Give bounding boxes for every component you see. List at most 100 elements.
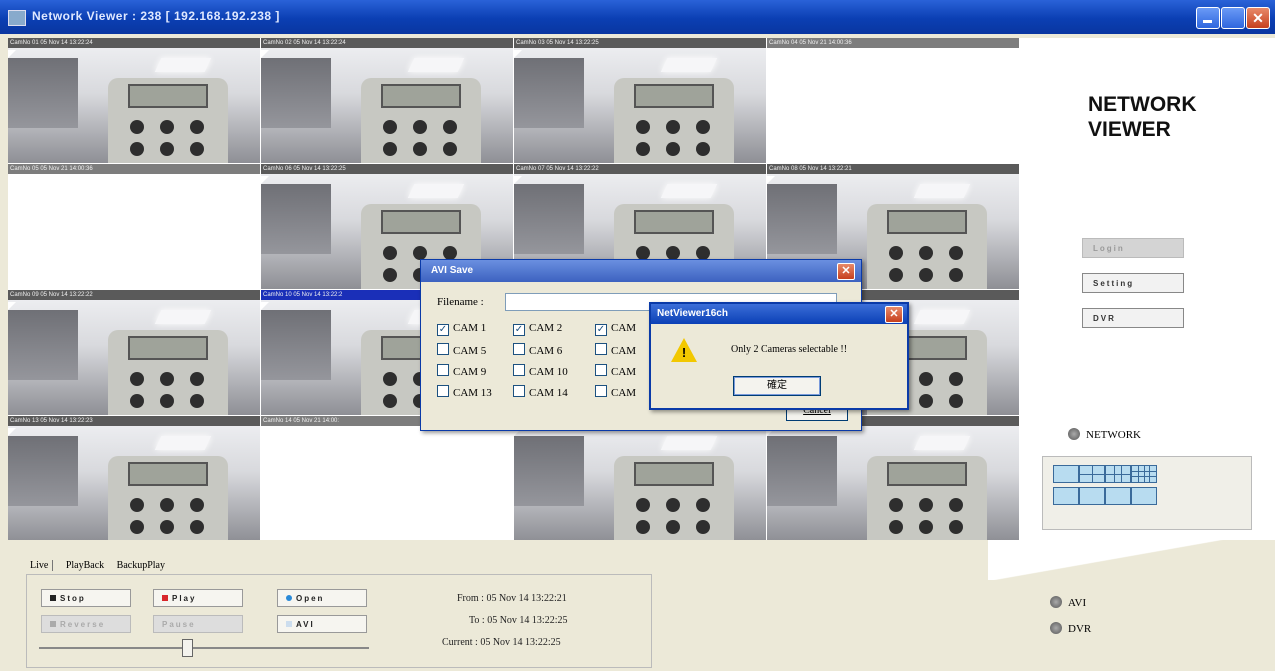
ok-button[interactable]: 確定 [733, 376, 821, 396]
camera-tile[interactable]: CamNo 09 05 Nov 14 13:22:22 [8, 290, 260, 415]
layout-16-icon[interactable] [1131, 465, 1157, 483]
camera-checkbox[interactable]: CAM 5 [437, 343, 486, 357]
layout-13-icon[interactable] [1131, 487, 1157, 505]
avi-dialog-close-button[interactable]: ✕ [837, 263, 855, 280]
device-button [636, 142, 650, 156]
dvr-button[interactable]: DVR [1082, 308, 1184, 328]
camera-tile[interactable]: 14 13:22:24 [767, 416, 1019, 541]
camera-tile[interactable]: CamNo 01 05 Nov 14 13:22:24 [8, 38, 260, 163]
feed-device [614, 456, 734, 541]
layout-4-icon[interactable] [1079, 465, 1105, 483]
camera-checkbox[interactable]: CAM 14 [513, 385, 568, 399]
camera-tile[interactable]: CamNo 13 05 Nov 14 13:22:23 [8, 416, 260, 541]
camera-checkbox[interactable]: CAM 13 [437, 385, 492, 399]
login-button[interactable]: Login [1082, 238, 1184, 258]
close-button[interactable]: ✕ [1246, 7, 1270, 29]
checkbox-icon [437, 385, 449, 397]
message-box-close-button[interactable]: ✕ [885, 306, 903, 323]
setting-button[interactable]: Setting [1082, 273, 1184, 293]
avi-export-button[interactable]: AVI [277, 615, 367, 633]
checkbox-icon [595, 364, 607, 376]
device-button [413, 142, 427, 156]
playback-controls: Stop Play Open Reverse Pause AVI From : … [26, 574, 652, 668]
camera-feed [767, 426, 1019, 541]
device-button [696, 498, 710, 512]
open-button[interactable]: Open [277, 589, 367, 607]
feed-device [361, 78, 481, 163]
camera-tile[interactable]: CamNo 03 05 Nov 14 13:22:25 [514, 38, 766, 163]
camera-feed [767, 48, 1019, 163]
device-button [919, 268, 933, 282]
layout-6-icon[interactable] [1105, 465, 1131, 483]
tab-backupplay[interactable]: BackupPlay [117, 560, 165, 571]
camera-checkbox[interactable]: CAM 6 [513, 343, 562, 357]
device-button [190, 498, 204, 512]
device-screen [634, 462, 714, 486]
camera-label: CamNo 13 05 Nov 14 13:22:23 [8, 416, 260, 426]
camera-tile[interactable] [514, 416, 766, 541]
device-button [949, 246, 963, 260]
camera-checkbox[interactable]: ✓ CAM 1 [437, 322, 486, 336]
layout-1-icon[interactable] [1053, 465, 1079, 483]
device-button [190, 394, 204, 408]
layout-10-icon[interactable] [1105, 487, 1131, 505]
camera-label: CamNo 07 05 Nov 14 13:22:22 [514, 164, 766, 174]
device-button [666, 142, 680, 156]
camera-checkbox[interactable]: CAM [595, 385, 636, 399]
slider-thumb[interactable] [182, 639, 193, 657]
maximize-button[interactable] [1221, 7, 1245, 29]
avi-radio[interactable]: AVI [1050, 596, 1086, 609]
device-button [919, 498, 933, 512]
tab-live[interactable]: Live [30, 560, 54, 571]
camera-label: CamNo 04 05 Nov 21 14:00:36 [767, 38, 1019, 48]
stop-icon [50, 595, 56, 601]
camera-checkbox-label: CAM 13 [453, 387, 492, 399]
minimize-button[interactable] [1196, 7, 1220, 29]
camera-checkbox[interactable]: CAM 10 [513, 364, 568, 378]
avi-radio-label: AVI [1068, 597, 1087, 609]
device-button [666, 246, 680, 260]
camera-label: CamNo 08 05 Nov 14 13:22:21 [767, 164, 1019, 174]
title-bar[interactable]: Network Viewer : 238 [ 192.168.192.238 ]… [0, 0, 1275, 34]
camera-feed [8, 48, 260, 163]
device-button [190, 520, 204, 534]
avi-export-button-label: AVI [296, 620, 315, 629]
checkbox-icon: ✓ [513, 324, 525, 336]
device-button [130, 498, 144, 512]
network-radio[interactable]: NETWORK [1068, 428, 1141, 441]
device-button [160, 372, 174, 386]
device-button [919, 394, 933, 408]
device-button [919, 520, 933, 534]
stop-button[interactable]: Stop [41, 589, 131, 607]
device-button [160, 142, 174, 156]
device-button [919, 372, 933, 386]
corner-marker [767, 176, 775, 184]
layout-9-icon[interactable] [1079, 487, 1105, 505]
camera-checkbox[interactable]: ✓ CAM 2 [513, 322, 562, 336]
camera-tile[interactable]: CamNo 04 05 Nov 21 14:00:36 [767, 38, 1019, 163]
camera-tile[interactable]: CamNo 14 05 Nov 21 14:00: [261, 416, 513, 541]
camera-checkbox[interactable]: CAM [595, 343, 636, 357]
reverse-button[interactable]: Reverse [41, 615, 131, 633]
camera-checkbox[interactable]: CAM 9 [437, 364, 486, 378]
device-button [383, 120, 397, 134]
dvr-radio[interactable]: DVR [1050, 622, 1091, 635]
feed-device [108, 456, 228, 541]
checkbox-icon [595, 385, 607, 397]
camera-tile[interactable]: CamNo 02 05 Nov 14 13:22:24 [261, 38, 513, 163]
layout-8-icon[interactable] [1053, 487, 1079, 505]
pause-button[interactable]: Pause [153, 615, 243, 633]
tab-playback[interactable]: PlayBack [66, 560, 104, 571]
camera-checkbox[interactable]: ✓ CAM [595, 322, 636, 336]
camera-tile[interactable]: CamNo 05 05 Nov 21 14:00:36 [8, 164, 260, 289]
to-time: To : 05 Nov 14 13:22:25 [469, 615, 568, 626]
camera-checkbox-label: CAM [611, 387, 637, 399]
camera-checkbox[interactable]: CAM [595, 364, 636, 378]
feed-device [867, 204, 987, 289]
corner-marker [8, 428, 16, 436]
playback-slider[interactable] [39, 647, 369, 649]
window-title: Network Viewer : 238 [ 192.168.192.238 ] [32, 9, 280, 23]
play-button[interactable]: Play [153, 589, 243, 607]
device-button [919, 246, 933, 260]
device-button [949, 520, 963, 534]
